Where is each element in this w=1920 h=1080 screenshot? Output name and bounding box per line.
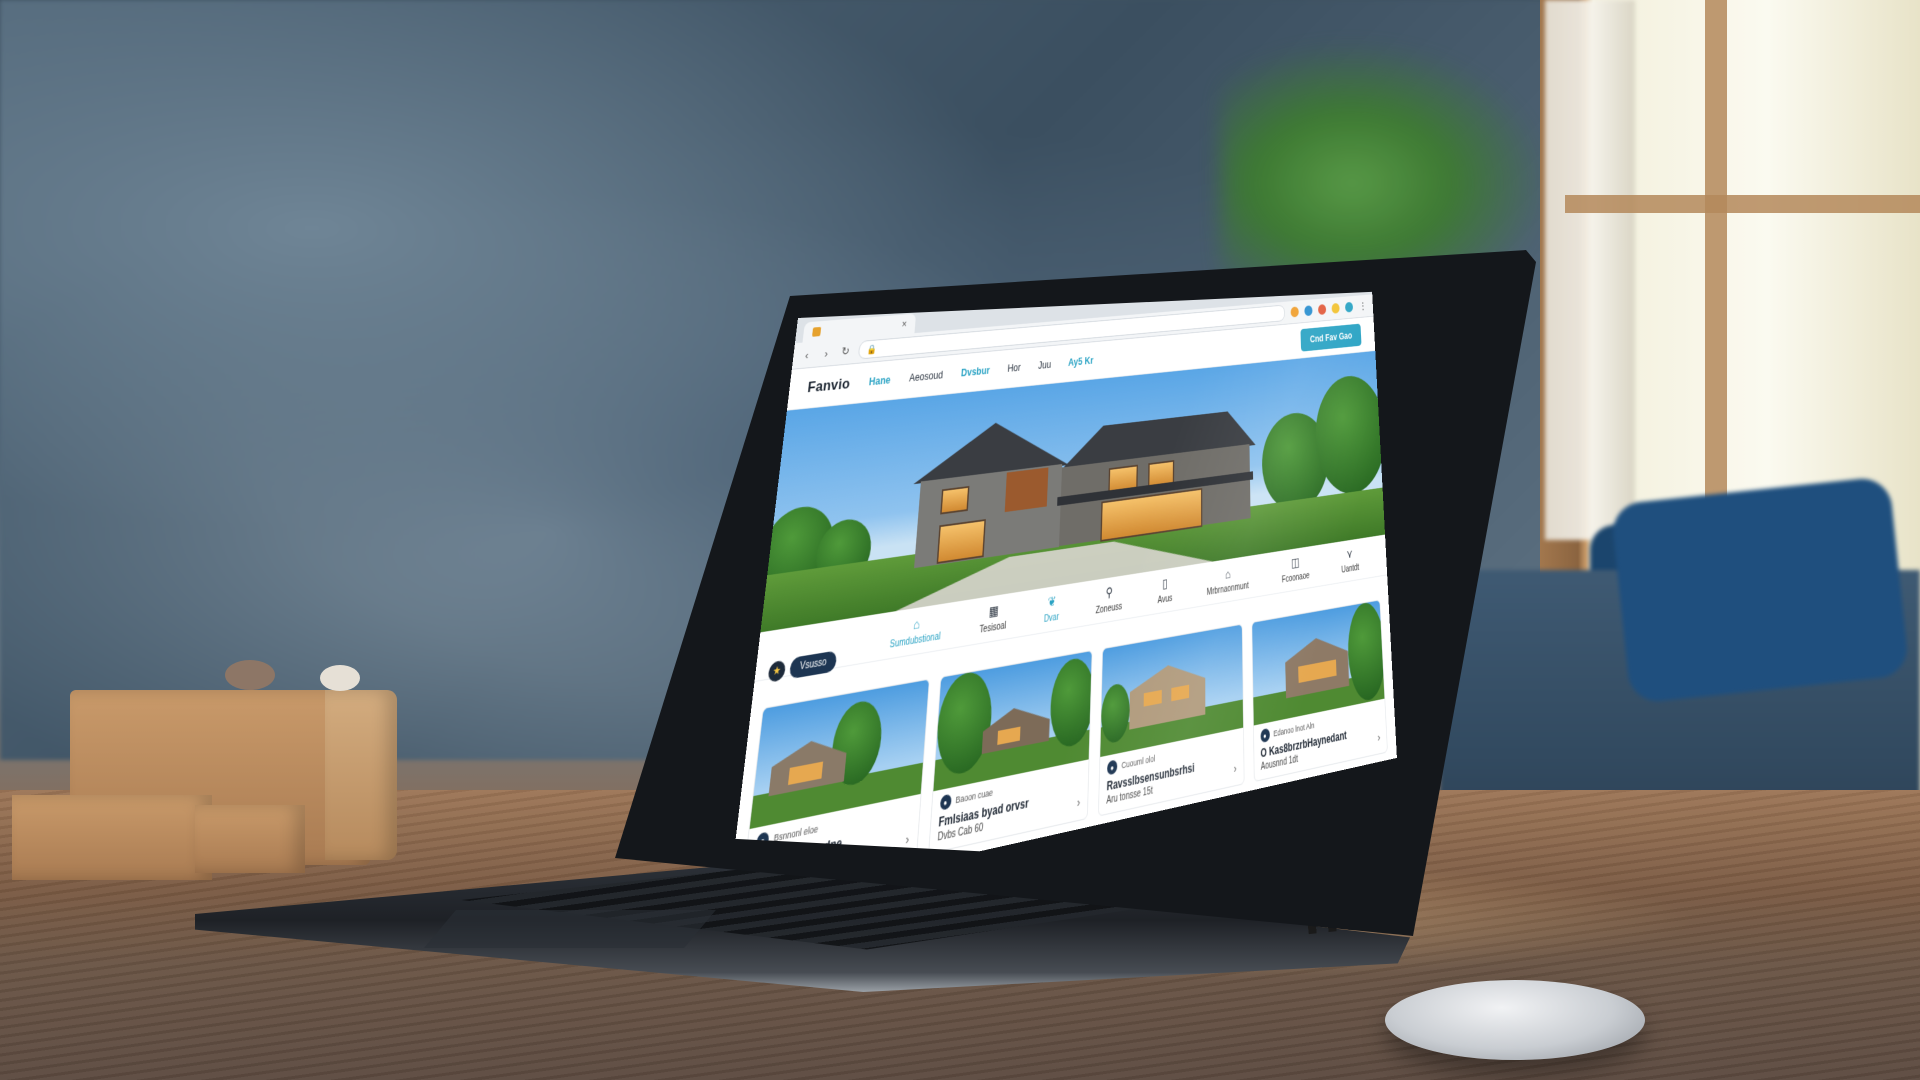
location-icon: ● xyxy=(939,793,952,811)
category-item[interactable]: ▯ Avus xyxy=(1157,575,1172,606)
building-icon: ▦ xyxy=(988,602,1000,619)
wooden-block-small xyxy=(195,805,305,873)
category-item[interactable]: ❦ Dvar xyxy=(1044,593,1060,625)
window-mullion xyxy=(1705,0,1727,560)
nav-link[interactable]: Ay5 Kr xyxy=(1068,355,1093,369)
arrow-icon[interactable]: › xyxy=(1234,761,1237,776)
profile-icon[interactable] xyxy=(1344,301,1354,313)
house-icon: ⌂ xyxy=(912,615,921,632)
nav-link[interactable]: Aeosoud xyxy=(909,369,944,384)
listing-tag: Bsnnonl eloe xyxy=(773,823,819,844)
nav-link-home[interactable]: Hane xyxy=(869,374,891,388)
listing-tag: Cuouml olol xyxy=(1121,753,1156,771)
extension-icon[interactable] xyxy=(1317,304,1327,315)
wooden-block-small xyxy=(12,795,212,880)
listing-tag: Baoon cuae xyxy=(955,787,994,806)
arrow-icon[interactable]: › xyxy=(905,831,910,848)
laptop-touchpad xyxy=(424,910,716,948)
pin-icon: ⚲ xyxy=(1105,584,1113,600)
browser-window: × — ▢ ✕ ‹ › ↻ 🔒 ⋮ Fanvio xyxy=(727,286,1397,872)
extension-icon[interactable] xyxy=(1331,302,1340,314)
menu-icon[interactable]: ⋮ xyxy=(1358,300,1367,312)
filter-icon: ⋎ xyxy=(1346,546,1353,561)
computer-mouse xyxy=(1385,980,1645,1060)
map-icon: ◫ xyxy=(1291,554,1300,570)
category-item[interactable]: ⌂ Sumdubstional xyxy=(889,612,942,650)
cta-button[interactable]: Cnd Fav Gao xyxy=(1300,323,1362,352)
forward-icon[interactable]: › xyxy=(820,346,833,360)
wooden-block-end xyxy=(325,690,397,860)
sofa-pillow xyxy=(1610,475,1910,705)
home-icon: ⌂ xyxy=(1225,566,1231,581)
category-item[interactable]: ⌂ Mrbrnaonmunt xyxy=(1207,563,1249,597)
back-icon[interactable]: ‹ xyxy=(800,348,813,362)
nav-link[interactable]: Juu xyxy=(1038,359,1051,372)
nav-link[interactable]: Dvsbur xyxy=(961,365,990,379)
category-item[interactable]: ⚲ Zoneuss xyxy=(1095,583,1122,616)
nav-link[interactable]: Hor xyxy=(1007,362,1021,375)
leaf-icon: ❦ xyxy=(1047,593,1057,610)
decor-stone xyxy=(320,665,360,691)
site-logo[interactable]: Fanvio xyxy=(807,375,851,396)
arrow-icon[interactable]: › xyxy=(1077,794,1081,810)
location-icon: ● xyxy=(1106,759,1118,776)
reload-icon[interactable]: ↻ xyxy=(839,344,852,359)
star-icon: ★ xyxy=(767,659,787,683)
favicon-icon xyxy=(812,326,822,337)
decor-stone xyxy=(225,660,275,690)
arrow-icon[interactable]: › xyxy=(1377,730,1380,744)
listing-card[interactable]: ● Baoon cuae Fmlsiaas byad orvsr Dvbs Cab… xyxy=(927,650,1093,855)
category-item[interactable]: ⋎ Uantdt xyxy=(1340,545,1359,575)
category-item[interactable]: ▦ Tesisoal xyxy=(979,601,1007,635)
location-icon: ● xyxy=(1260,727,1270,744)
extension-icon[interactable] xyxy=(1290,306,1299,318)
category-item[interactable]: ◫ Fcoonaoe xyxy=(1281,553,1310,585)
listing-card[interactable]: ● Edanoo lnot Aln O Kas8brzrbHaynedant Ao… xyxy=(1251,599,1388,783)
close-icon[interactable]: × xyxy=(901,318,907,330)
door-icon: ▯ xyxy=(1162,575,1168,591)
lock-icon: 🔒 xyxy=(866,344,878,356)
listing-card[interactable]: ● Cuouml olol Ravsslbsensunbsrhsi Aru ton… xyxy=(1097,623,1245,817)
window-transom xyxy=(1565,195,1920,213)
extension-icon[interactable] xyxy=(1304,305,1313,317)
curtain xyxy=(1545,0,1635,540)
